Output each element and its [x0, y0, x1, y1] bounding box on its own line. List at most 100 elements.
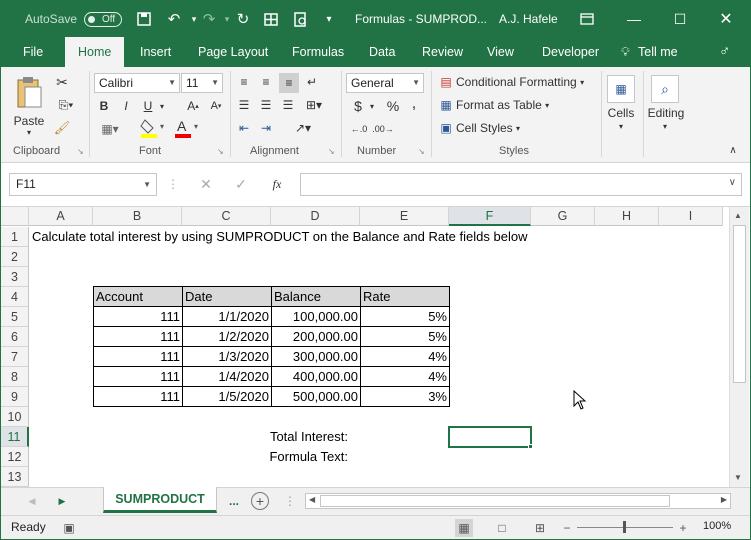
table-cell[interactable]: 1/2/2020: [183, 327, 272, 347]
tab-review[interactable]: Review: [422, 37, 463, 67]
align-middle-icon[interactable]: ≡: [257, 73, 275, 91]
row-header-8[interactable]: 8: [1, 367, 29, 387]
table-cell[interactable]: 3%: [361, 387, 450, 407]
formula-text-label[interactable]: Formula Text:: [201, 447, 350, 467]
undo-icon[interactable]: ↶: [164, 9, 184, 29]
merge-center-icon[interactable]: ⊞▾: [301, 96, 327, 114]
underline-dropdown-icon[interactable]: ▾: [157, 97, 167, 115]
cut-icon[interactable]: ✂: [53, 73, 71, 91]
ribbon-display-icon[interactable]: [577, 9, 597, 29]
user-name[interactable]: A.J. Hafele: [499, 1, 558, 37]
row-header-7[interactable]: 7: [1, 347, 29, 367]
tab-home[interactable]: Home: [65, 37, 125, 67]
cells-icon[interactable]: ▦: [607, 75, 635, 103]
table-cell[interactable]: 100,000.00: [272, 307, 361, 327]
row-header-3[interactable]: 3: [1, 267, 29, 287]
decrease-font-icon[interactable]: A ▾: [207, 97, 225, 115]
column-header-a[interactable]: A: [29, 207, 93, 226]
search-icon[interactable]: ⌕: [651, 75, 679, 103]
page-layout-view-icon[interactable]: □: [493, 519, 511, 537]
table-cell[interactable]: 1/1/2020: [183, 307, 272, 327]
cells-dropdown-icon[interactable]: ▾: [613, 121, 629, 131]
sheet-scroll-right-icon[interactable]: ▶: [55, 494, 69, 508]
selected-cell-f11[interactable]: [448, 426, 532, 448]
insert-function-icon[interactable]: fx: [267, 176, 287, 192]
font-name-select[interactable]: Calibri ▼: [94, 73, 180, 93]
decrease-decimal-icon[interactable]: .00→: [372, 120, 394, 138]
table-header-account[interactable]: Account: [94, 287, 183, 307]
zoom-out-icon[interactable]: −: [561, 519, 573, 537]
tab-developer[interactable]: Developer: [542, 37, 599, 67]
number-dialog-launcher-icon[interactable]: ↘: [418, 147, 425, 156]
page-break-view-icon[interactable]: ⊞: [531, 519, 549, 537]
editing-button[interactable]: Editing: [645, 105, 687, 121]
paste-icon[interactable]: [13, 73, 45, 111]
save-icon[interactable]: [134, 9, 154, 29]
italic-button[interactable]: I: [119, 97, 133, 115]
cell-styles-icon[interactable]: ▣: [437, 119, 455, 137]
customize-qat-icon[interactable]: ▾: [319, 9, 339, 29]
table-header-date[interactable]: Date: [183, 287, 272, 307]
more-sheets-button[interactable]: ...: [225, 492, 243, 510]
table-cell[interactable]: 1/5/2020: [183, 387, 272, 407]
bold-button[interactable]: B: [97, 97, 111, 115]
sheet-scroll-left-icon[interactable]: ◀: [25, 494, 39, 508]
row-header-6[interactable]: 6: [1, 327, 29, 347]
copy-icon[interactable]: ⎘▾: [53, 96, 79, 114]
sheet-tab-sumproduct[interactable]: SUMPRODUCT: [103, 487, 217, 513]
table-cell[interactable]: 111: [94, 387, 183, 407]
table-cell[interactable]: 111: [94, 367, 183, 387]
column-header-d[interactable]: D: [271, 207, 360, 226]
table-cell[interactable]: 1/4/2020: [183, 367, 272, 387]
decrease-indent-icon[interactable]: ⇤: [235, 119, 253, 137]
format-painter-icon[interactable]: 🖌︎: [53, 119, 71, 137]
hscroll-right-icon[interactable]: ▶: [721, 495, 727, 504]
alignment-dialog-launcher-icon[interactable]: ↘: [328, 147, 335, 156]
column-header-h[interactable]: H: [595, 207, 659, 226]
align-right-icon[interactable]: ☰: [279, 96, 297, 114]
increase-font-icon[interactable]: A ▴: [184, 97, 202, 115]
zoom-level[interactable]: 100%: [703, 520, 731, 532]
total-interest-label[interactable]: Total Interest:: [201, 427, 350, 447]
editing-dropdown-icon[interactable]: ▾: [657, 121, 673, 131]
worksheet-grid[interactable]: A B C D E F G H I 1 2 3 4 5 6 7 8 9 10 1…: [1, 207, 750, 487]
row-header-5[interactable]: 5: [1, 307, 29, 327]
hscroll-left-icon[interactable]: ◀: [309, 495, 315, 504]
row-header-1[interactable]: 1: [1, 227, 29, 247]
currency-button[interactable]: $: [351, 97, 365, 115]
table-cell[interactable]: 5%: [361, 327, 450, 347]
maximize-icon[interactable]: ☐: [657, 1, 703, 37]
underline-button[interactable]: U: [141, 97, 155, 115]
close-icon[interactable]: ✕: [703, 1, 749, 37]
refresh-icon[interactable]: ↻: [233, 9, 253, 29]
tab-insert[interactable]: Insert: [140, 37, 171, 67]
cells-button[interactable]: Cells: [604, 105, 638, 121]
column-header-e[interactable]: E: [360, 207, 449, 226]
align-center-icon[interactable]: ☰: [257, 96, 275, 114]
select-all-corner[interactable]: [1, 207, 29, 226]
minimize-icon[interactable]: —: [611, 1, 657, 37]
column-header-g[interactable]: G: [531, 207, 595, 226]
paste-dropdown-icon[interactable]: ▾: [19, 127, 39, 137]
cell-a1[interactable]: Calculate total interest by using SUMPRO…: [30, 227, 529, 247]
autosave-toggle[interactable]: Off: [84, 12, 122, 27]
tab-page-layout[interactable]: Page Layout: [198, 37, 268, 67]
vertical-scroll-thumb[interactable]: [733, 225, 746, 383]
collapse-ribbon-icon[interactable]: ∧: [726, 143, 740, 157]
align-top-icon[interactable]: ≡: [235, 73, 253, 91]
scroll-up-icon[interactable]: ▲: [734, 211, 742, 220]
row-header-11[interactable]: 11: [1, 427, 29, 447]
orientation-icon[interactable]: ↗▾: [289, 119, 317, 137]
conditional-formatting-icon[interactable]: ▤: [437, 73, 455, 91]
column-header-f[interactable]: F: [449, 207, 531, 226]
tab-data[interactable]: Data: [369, 37, 395, 67]
table-cell[interactable]: 1/3/2020: [183, 347, 272, 367]
table-cell[interactable]: 300,000.00: [272, 347, 361, 367]
column-header-c[interactable]: C: [182, 207, 271, 226]
wrap-text-icon[interactable]: ↵: [303, 73, 321, 91]
align-left-icon[interactable]: ☰: [235, 96, 253, 114]
conditional-formatting-button[interactable]: Conditional Formatting ▾: [456, 73, 596, 91]
horizontal-scrollbar[interactable]: ◀ ▶: [305, 493, 731, 509]
tab-split-handle-icon[interactable]: ⋮: [284, 493, 296, 509]
row-header-13[interactable]: 13: [1, 467, 29, 487]
